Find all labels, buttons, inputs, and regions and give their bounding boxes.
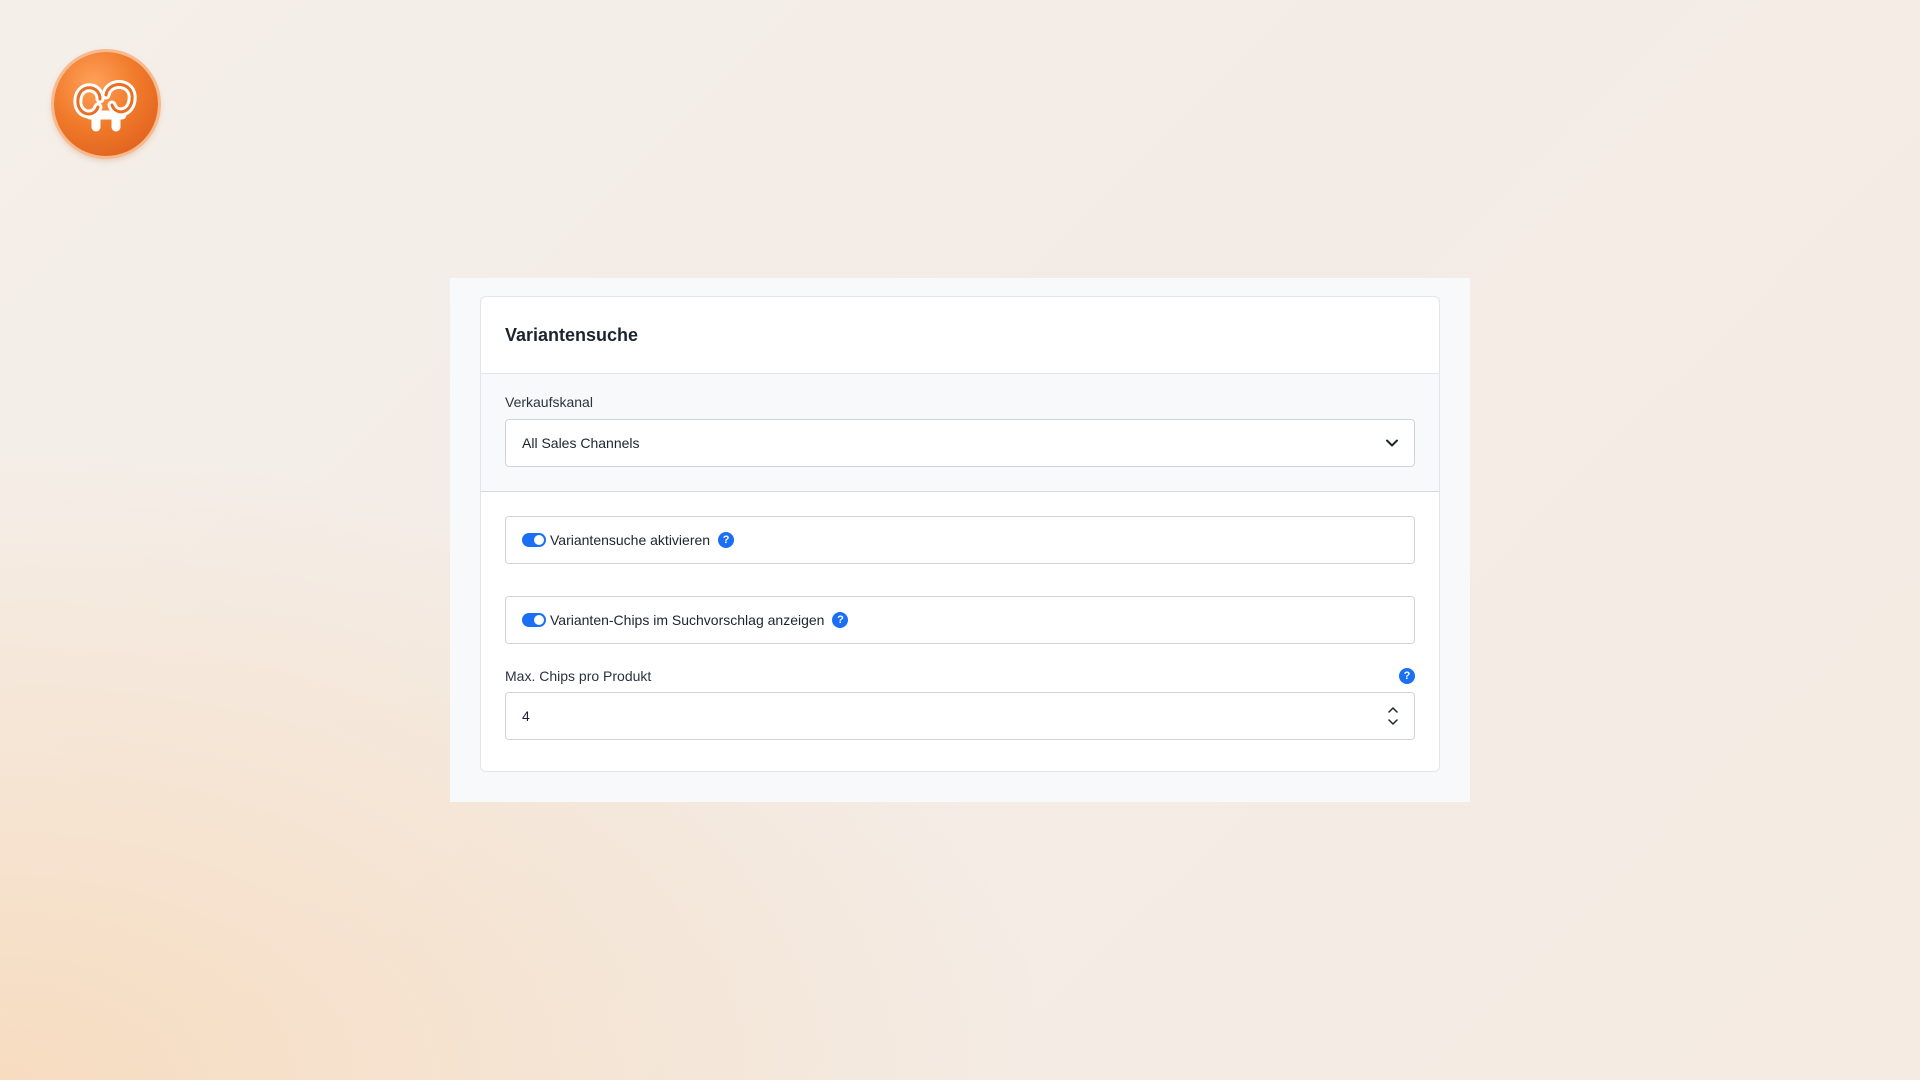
chevron-up-icon[interactable] [1388, 707, 1398, 713]
max-chips-value: 4 [522, 708, 530, 724]
variant-chips-switch[interactable] [522, 613, 546, 627]
card-title: Variantensuche [505, 324, 639, 345]
chevron-down-icon[interactable] [1388, 719, 1398, 725]
xoops-logo-icon [73, 80, 137, 132]
sales-channel-section: Verkaufskanal All Sales Channels [481, 374, 1439, 492]
sales-channel-selected-value: All Sales Channels [522, 435, 640, 451]
chevron-down-icon [1386, 439, 1398, 447]
help-icon[interactable]: ? [718, 532, 735, 548]
variant-chips-toggle-row: Varianten-Chips im Suchvorschlag anzeige… [505, 596, 1415, 644]
settings-fields: Variantensuche aktivieren ? Varianten-Ch… [481, 492, 1439, 740]
sales-channel-select[interactable]: All Sales Channels [505, 419, 1415, 467]
max-chips-label: Max. Chips pro Produkt [505, 668, 652, 684]
variant-search-label: Variantensuche aktivieren [550, 532, 711, 548]
max-chips-stepper [1388, 707, 1398, 725]
variant-search-toggle-row: Variantensuche aktivieren ? [505, 516, 1415, 564]
max-chips-header: Max. Chips pro Produkt ? [505, 668, 1415, 684]
settings-panel: Variantensuche Verkaufskanal All Sales C… [450, 278, 1470, 802]
variant-chips-label: Varianten-Chips im Suchvorschlag anzeige… [550, 612, 825, 628]
sales-channel-label: Verkaufskanal [505, 394, 593, 410]
max-chips-input[interactable]: 4 [505, 692, 1415, 740]
card-header: Variantensuche [481, 297, 1439, 374]
variant-search-card: Variantensuche Verkaufskanal All Sales C… [480, 296, 1440, 772]
help-icon[interactable]: ? [1399, 668, 1415, 684]
help-icon[interactable]: ? [832, 612, 849, 628]
app-logo [54, 52, 158, 156]
variant-search-switch[interactable] [522, 533, 546, 547]
